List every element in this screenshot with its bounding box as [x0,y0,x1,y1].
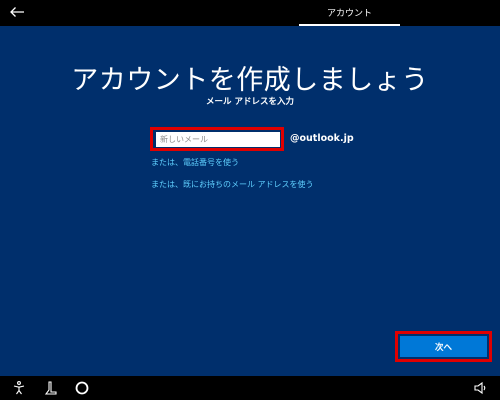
cortana-icon [75,381,89,395]
domain-suffix: @outlook.jp [290,133,354,144]
ease-of-access-button[interactable] [10,379,28,397]
narrator-button[interactable] [42,379,60,397]
cortana-button[interactable] [73,379,91,397]
volume-icon [474,381,486,395]
email-input[interactable] [156,132,280,147]
ease-of-access-icon [13,381,25,395]
top-bar: アカウント [0,0,500,26]
bottom-bar [0,376,500,400]
use-phone-link[interactable]: または、電話番号を使う [151,157,239,168]
tab-underline [299,24,400,26]
narrator-icon [44,381,57,395]
use-existing-email-link[interactable]: または、既にお持ちのメール アドレスを使う [151,179,314,190]
tab-account[interactable]: アカウント [299,0,400,24]
back-button[interactable] [6,1,28,23]
volume-button[interactable] [472,379,490,397]
next-button[interactable]: 次へ [400,336,487,357]
page-subtitle: メール アドレスを入力 [206,97,294,107]
setup-screen: アカウント アカウントを作成しましょう メール アドレスを入力 @outlook… [0,0,500,400]
back-arrow-icon [10,7,24,17]
page-title: アカウントを作成しましょう [71,65,429,96]
